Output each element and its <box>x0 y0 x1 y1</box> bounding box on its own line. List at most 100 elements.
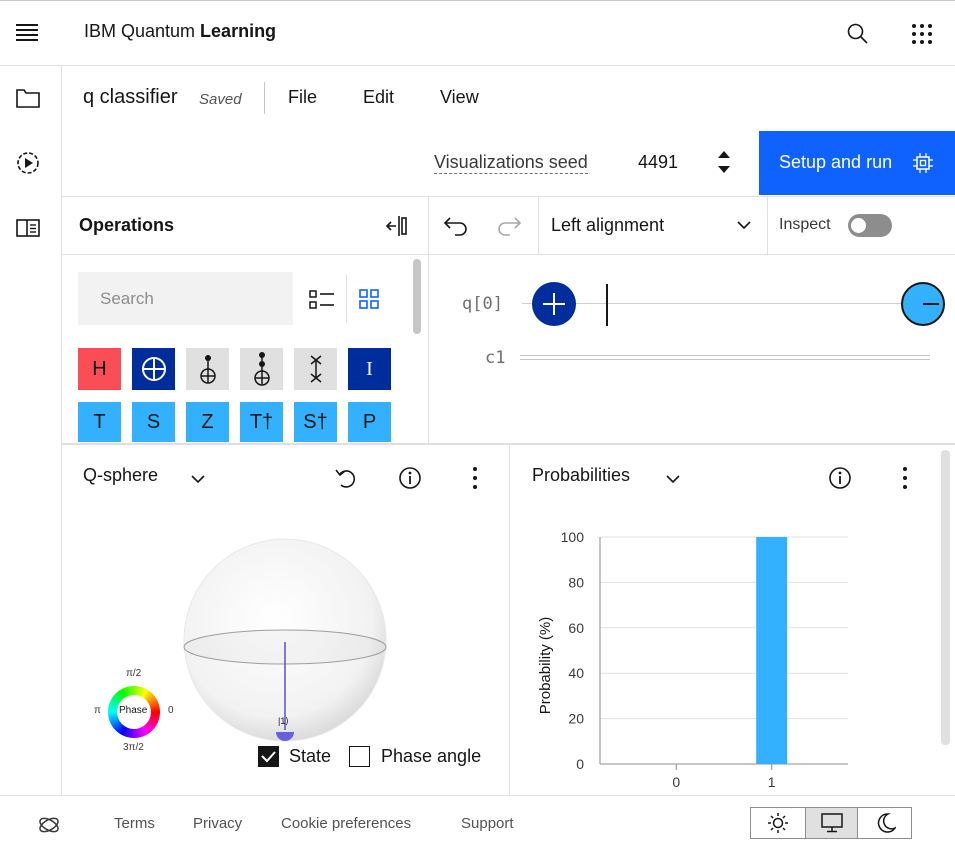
reset-view-icon[interactable] <box>334 466 358 490</box>
chip-icon <box>912 152 934 174</box>
undo-icon[interactable] <box>443 214 469 236</box>
toggle-knob <box>851 218 866 233</box>
chevron-down-icon <box>736 219 752 231</box>
seed-value-input[interactable]: 4491 <box>638 152 678 173</box>
y-tick-label: 60 <box>568 620 584 636</box>
gate-z[interactable]: Z <box>186 402 229 442</box>
qsphere-dropdown[interactable]: Q-sphere <box>83 465 213 491</box>
footer-link-support[interactable]: Support <box>461 815 514 832</box>
monitor-icon <box>820 813 843 833</box>
phase-wheel: Phase <box>108 686 160 738</box>
phase-top-label: π/2 <box>126 668 142 679</box>
state-checkbox[interactable] <box>258 746 279 767</box>
barrier-marker[interactable] <box>606 284 608 326</box>
info-icon[interactable] <box>398 466 422 490</box>
inspect-toggle[interactable] <box>848 214 892 237</box>
app-switcher-icon[interactable] <box>911 23 935 47</box>
quantum-logo-icon[interactable] <box>38 814 60 836</box>
x-tick-label: 0 <box>672 774 680 790</box>
folder-icon[interactable] <box>16 87 40 109</box>
footer-link-terms[interactable]: Terms <box>114 815 155 832</box>
gate-cnot-target[interactable] <box>132 348 175 390</box>
y-tick-label: 80 <box>568 574 584 590</box>
theme-system-button[interactable] <box>805 808 858 838</box>
probabilities-title: Probabilities <box>532 465 631 485</box>
phase-angle-checkbox-label: Phase angle <box>381 746 482 766</box>
y-tick-label: 0 <box>576 756 584 772</box>
brand-title[interactable]: IBM Quantum Learning <box>84 21 276 42</box>
gate-i[interactable]: I <box>348 348 391 390</box>
gate-t[interactable]: T <box>78 402 121 442</box>
file-name[interactable]: q classifier <box>83 86 177 109</box>
theme-dark-button[interactable] <box>859 808 912 838</box>
y-tick-label: 40 <box>568 665 584 681</box>
grid-view-icon[interactable] <box>359 289 381 311</box>
probabilities-scrollbar[interactable] <box>941 450 950 745</box>
seed-stepper-icon[interactable] <box>716 149 732 175</box>
gate-s[interactable]: S <box>132 402 175 442</box>
y-tick-label: 100 <box>561 529 585 545</box>
probability-chart: 0 20 40 60 80 100 0 1 Probability (%) <box>520 520 860 795</box>
gate-h[interactable]: H <box>78 348 121 390</box>
circuit-gate-x[interactable] <box>532 282 576 326</box>
setup-and-run-button[interactable]: Setup and run <box>759 131 955 195</box>
overflow-menu-icon[interactable] <box>472 466 478 490</box>
measure-icon <box>923 303 939 305</box>
seed-label: Visualizations seed <box>434 152 588 174</box>
bar-1 <box>756 537 788 764</box>
footer-link-cookie-preferences[interactable]: Cookie preferences <box>281 815 411 832</box>
menu-file[interactable]: File <box>288 87 317 108</box>
operations-scrollbar[interactable] <box>413 259 421 334</box>
theme-switcher <box>750 807 912 839</box>
theme-light-button[interactable] <box>751 808 804 838</box>
gate-cnot[interactable] <box>186 348 229 390</box>
saved-status: Saved <box>199 91 242 108</box>
alignment-value: Left alignment <box>551 215 665 235</box>
gate-toffoli[interactable] <box>240 348 283 390</box>
moon-icon <box>877 813 896 833</box>
redo-icon[interactable] <box>496 214 522 236</box>
info-icon[interactable] <box>828 466 852 490</box>
checkmark-icon <box>261 751 276 763</box>
phase-left-label: π <box>94 705 101 716</box>
brand-prefix: IBM Quantum <box>84 21 201 41</box>
search-icon[interactable] <box>847 23 869 45</box>
operations-search-input[interactable]: Search <box>78 272 293 325</box>
collapse-panel-icon[interactable] <box>386 215 408 237</box>
cnot-icon <box>197 353 219 385</box>
qubit-label: q[0] <box>462 294 503 314</box>
jobs-icon[interactable] <box>16 151 40 175</box>
plus-icon <box>543 293 565 315</box>
footer-link-privacy[interactable]: Privacy <box>193 815 242 832</box>
menu-edit[interactable]: Edit <box>363 87 394 108</box>
circuit-measurement[interactable] <box>901 282 945 326</box>
menu-view[interactable]: View <box>440 87 479 108</box>
phase-bottom-label: 3π/2 <box>123 742 144 753</box>
gate-tdg[interactable]: T† <box>240 402 283 442</box>
qsphere-visualization[interactable]: |1⟩ <box>170 530 400 750</box>
phase-angle-checkbox[interactable] <box>349 746 370 767</box>
gate-swap[interactable] <box>294 348 337 390</box>
search-placeholder: Search <box>100 289 154 308</box>
gate-sdg[interactable]: S† <box>294 402 337 442</box>
operations-title: Operations <box>79 215 175 235</box>
hamburger-menu-icon[interactable] <box>16 22 40 42</box>
probabilities-dropdown[interactable]: Probabilities <box>532 465 692 491</box>
alignment-dropdown[interactable]: Left alignment <box>539 197 767 254</box>
brand-bold: Learning <box>200 21 277 41</box>
docs-panel-icon[interactable] <box>16 218 40 238</box>
toffoli-icon <box>251 351 273 387</box>
sun-icon <box>767 813 788 833</box>
list-view-icon[interactable] <box>309 289 335 311</box>
y-axis-label: Probability (%) <box>537 617 554 715</box>
chevron-down-icon <box>190 473 206 485</box>
classical-label: c1 <box>485 348 506 368</box>
phase-right-label: 0 <box>168 705 174 716</box>
state-ket-label: |1⟩ <box>278 716 289 726</box>
swap-icon <box>308 353 324 385</box>
gate-p[interactable]: P <box>348 402 391 442</box>
x-tick-label: 1 <box>768 774 776 790</box>
y-tick-label: 20 <box>568 711 584 727</box>
state-checkbox-label: State <box>289 746 332 766</box>
overflow-menu-icon[interactable] <box>902 466 908 490</box>
